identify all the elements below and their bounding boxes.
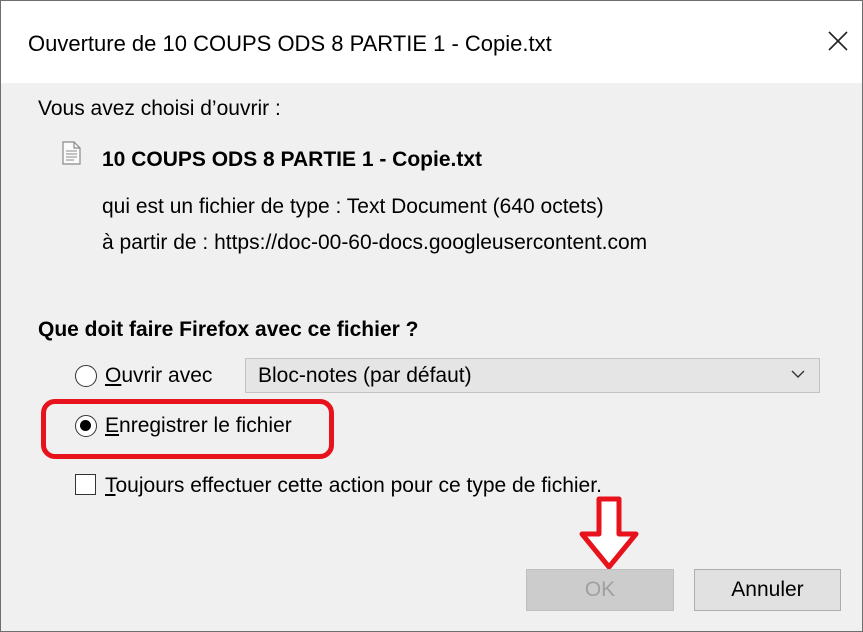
file-type-value: Text Document (640 octets) bbox=[346, 195, 604, 218]
open-with-mnemonic: O bbox=[105, 364, 122, 387]
close-icon bbox=[828, 31, 848, 51]
open-with-radio[interactable] bbox=[75, 365, 97, 387]
open-with-text: uvrir avec bbox=[121, 364, 213, 387]
open-with-label[interactable]: Ouvrir avec bbox=[105, 363, 212, 389]
always-do-text: oujours effectuer cette action pour ce t… bbox=[115, 474, 602, 497]
file-source-value: https://doc-00-60-docs.googleusercontent… bbox=[214, 231, 648, 254]
save-file-text: nregistrer le fichier bbox=[119, 414, 292, 437]
intro-text: Vous avez choisi d’ouvrir : bbox=[38, 97, 281, 120]
file-source-label: à partir de : bbox=[102, 231, 209, 254]
application-select[interactable]: Bloc-notes (par défaut) bbox=[245, 358, 820, 393]
always-do-mnemonic: T bbox=[105, 474, 116, 497]
action-question: Que doit faire Firefox avec ce fichier ? bbox=[38, 318, 419, 341]
close-button[interactable] bbox=[818, 21, 858, 61]
download-dialog: Ouverture de 10 COUPS ODS 8 PARTIE 1 - C… bbox=[0, 0, 863, 632]
chevron-down-icon bbox=[791, 370, 805, 378]
application-select-value: Bloc-notes (par défaut) bbox=[258, 364, 472, 387]
radio-selected-dot bbox=[80, 420, 91, 431]
cancel-button[interactable]: Annuler bbox=[694, 569, 841, 611]
file-type-row: qui est un fichier de type : Text Docume… bbox=[102, 194, 604, 220]
always-do-checkbox[interactable] bbox=[75, 474, 96, 495]
text-file-icon bbox=[62, 141, 81, 165]
file-source-row: à partir de : https://doc-00-60-docs.goo… bbox=[102, 230, 647, 256]
save-file-radio[interactable] bbox=[75, 415, 97, 437]
save-file-label[interactable]: Enregistrer le fichier bbox=[105, 413, 292, 439]
save-file-mnemonic: E bbox=[105, 414, 120, 437]
always-do-label[interactable]: Toujours effectuer cette action pour ce … bbox=[105, 473, 602, 499]
dialog-title: Ouverture de 10 COUPS ODS 8 PARTIE 1 - C… bbox=[28, 31, 552, 56]
file-type-label: qui est un fichier de type : bbox=[102, 195, 342, 218]
file-name: 10 COUPS ODS 8 PARTIE 1 - Copie.txt bbox=[102, 148, 483, 171]
title-bar: Ouverture de 10 COUPS ODS 8 PARTIE 1 - C… bbox=[1, 1, 862, 83]
ok-button[interactable]: OK bbox=[526, 569, 674, 611]
